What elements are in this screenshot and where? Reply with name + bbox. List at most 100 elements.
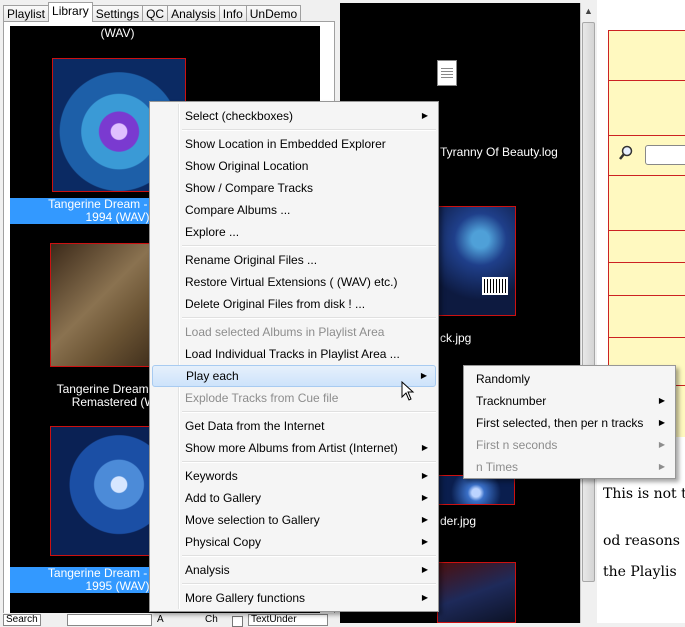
- barcode-image: [482, 277, 508, 295]
- submenu-arrow-icon: ▶: [421, 593, 428, 602]
- menu-item-label: Compare Albums ...: [185, 203, 291, 217]
- submenu-item-tracknumber[interactable]: Tracknumber ▶: [466, 390, 673, 412]
- menu-separator: [182, 245, 436, 247]
- tab-playlist[interactable]: Playlist: [3, 5, 50, 22]
- menu-item-label: Play each: [186, 369, 239, 383]
- menu-item-label: Show Original Location: [185, 159, 309, 173]
- submenu-arrow-icon: ▶: [421, 111, 428, 120]
- file-label[interactable]: der.jpg: [440, 514, 476, 528]
- submenu-arrow-icon: ▶: [421, 493, 428, 502]
- menu-separator: [182, 411, 436, 413]
- submenu-item-randomly[interactable]: Randomly: [466, 368, 673, 390]
- menu-item-label: Show / Compare Tracks: [185, 181, 314, 195]
- divider: [608, 230, 685, 231]
- menu-item-label: Restore Virtual Extensions ( (WAV) etc.): [185, 275, 398, 289]
- menu-item-show-location-embedded[interactable]: Show Location in Embedded Explorer: [152, 133, 436, 155]
- image-thumbnail[interactable]: [437, 206, 516, 316]
- divider: [608, 175, 685, 176]
- submenu-arrow-icon: ▶: [658, 418, 665, 427]
- submenu-arrow-icon: ▶: [658, 440, 665, 449]
- submenu-item-first-n-seconds: First n seconds ▶: [466, 434, 673, 456]
- text-under-checkbox[interactable]: [232, 616, 243, 627]
- menu-item-delete-original-files[interactable]: Delete Original Files from disk ! ...: [152, 293, 436, 315]
- menu-separator: [182, 129, 436, 131]
- tab-analysis[interactable]: Analysis: [167, 5, 220, 22]
- menu-separator: [182, 461, 436, 463]
- menu-item-label: Analysis: [185, 563, 230, 577]
- image-thumbnail[interactable]: [437, 562, 516, 623]
- menu-item-more-gallery-functions[interactable]: More Gallery functions ▶: [152, 587, 436, 609]
- menu-item-keywords[interactable]: Keywords ▶: [152, 465, 436, 487]
- submenu-item-first-selected-per-n[interactable]: First selected, then per n tracks ▶: [466, 412, 673, 434]
- text-under-dropdown[interactable]: TextUnder: [248, 614, 328, 626]
- menu-separator: [182, 317, 436, 319]
- submenu-item-label: Randomly: [476, 372, 531, 386]
- file-label[interactable]: Tyranny Of Beauty.log: [440, 145, 558, 159]
- menu-item-restore-virtual-extensions[interactable]: Restore Virtual Extensions ( (WAV) etc.): [152, 271, 436, 293]
- mouse-cursor-icon: [401, 380, 415, 401]
- magnifier-icon[interactable]: [619, 145, 633, 161]
- menu-item-compare-albums[interactable]: Compare Albums ...: [152, 199, 436, 221]
- menu-item-add-to-gallery[interactable]: Add to Gallery ▶: [152, 487, 436, 509]
- right-text-line: the Playlis: [603, 564, 677, 580]
- menu-item-play-each[interactable]: Play each ▶: [152, 365, 436, 387]
- menu-item-rename-original-files[interactable]: Rename Original Files ...: [152, 249, 436, 271]
- menu-item-get-data-internet[interactable]: Get Data from the Internet: [152, 415, 436, 437]
- menu-item-select-checkboxes[interactable]: Select (checkboxes) ▶: [152, 105, 436, 127]
- submenu-arrow-icon: ▶: [658, 396, 665, 405]
- menu-item-label: Show Location in Embedded Explorer: [185, 137, 386, 151]
- menu-item-label: Explode Tracks from Cue file: [185, 391, 339, 405]
- tab-qc[interactable]: QC: [142, 5, 169, 22]
- submenu-item-label: n Times: [476, 460, 519, 474]
- menu-item-load-individual-tracks[interactable]: Load Individual Tracks in Playlist Area …: [152, 343, 436, 365]
- menu-item-label: Rename Original Files ...: [185, 253, 318, 267]
- form-input[interactable]: [645, 145, 685, 165]
- a-label: A: [157, 614, 164, 625]
- menu-item-move-selection-to-gallery[interactable]: Move selection to Gallery ▶: [152, 509, 436, 531]
- right-text-line: This is not t: [603, 486, 685, 502]
- menu-separator: [182, 583, 436, 585]
- menu-item-label: More Gallery functions: [185, 591, 306, 605]
- menu-item-explode-tracks-cue: Explode Tracks from Cue file: [152, 387, 436, 409]
- divider: [608, 135, 685, 136]
- submenu-arrow-icon: ▶: [421, 471, 428, 480]
- album-format-label: (WAV): [100, 26, 135, 40]
- text-file-icon[interactable]: [437, 60, 457, 86]
- submenu-item-n-times: n Times ▶: [466, 456, 673, 478]
- menu-separator: [182, 555, 436, 557]
- check-label: Ch: [205, 614, 218, 625]
- tab-settings[interactable]: Settings: [91, 5, 144, 22]
- menu-item-more-albums-from-artist[interactable]: Show more Albums from Artist (Internet) ▶: [152, 437, 436, 459]
- tab-undemo[interactable]: UnDemo: [245, 5, 302, 22]
- image-thumbnail[interactable]: [437, 475, 515, 505]
- submenu-arrow-icon: ▶: [420, 371, 427, 380]
- search-button[interactable]: Search: [3, 614, 41, 626]
- divider: [608, 337, 685, 338]
- tab-info[interactable]: Info: [218, 5, 247, 22]
- play-each-submenu: Randomly Tracknumber ▶ First selected, th…: [463, 365, 676, 479]
- divider: [608, 30, 685, 31]
- tab-library[interactable]: Library: [48, 2, 93, 22]
- menu-item-physical-copy[interactable]: Physical Copy ▶: [152, 531, 436, 553]
- menu-item-analysis[interactable]: Analysis ▶: [152, 559, 436, 581]
- submenu-arrow-icon: ▶: [421, 515, 428, 524]
- menu-item-label: Keywords: [185, 469, 238, 483]
- menu-item-show-original-location[interactable]: Show Original Location: [152, 155, 436, 177]
- menu-item-show-compare-tracks[interactable]: Show / Compare Tracks: [152, 177, 436, 199]
- menu-item-label: Explore ...: [185, 225, 240, 239]
- scrollbar-thumb[interactable]: [582, 22, 595, 582]
- submenu-arrow-icon: ▶: [421, 537, 428, 546]
- file-label[interactable]: ck.jpg: [440, 331, 471, 345]
- submenu-arrow-icon: ▶: [421, 565, 428, 574]
- submenu-item-label: Tracknumber: [476, 394, 547, 408]
- submenu-item-label: First selected, then per n tracks: [476, 416, 644, 430]
- search-input[interactable]: [67, 614, 152, 626]
- scroll-up-arrow-icon[interactable]: ▲: [580, 3, 597, 20]
- menu-item-label: Add to Gallery: [185, 491, 262, 505]
- menu-item-explore[interactable]: Explore ...: [152, 221, 436, 243]
- menu-item-load-selected-albums: Load selected Albums in Playlist Area: [152, 321, 436, 343]
- divider: [608, 80, 685, 81]
- menu-item-label: Show more Albums from Artist (Internet): [185, 441, 398, 455]
- right-text-line: od reasons: [603, 533, 680, 549]
- divider: [608, 295, 685, 296]
